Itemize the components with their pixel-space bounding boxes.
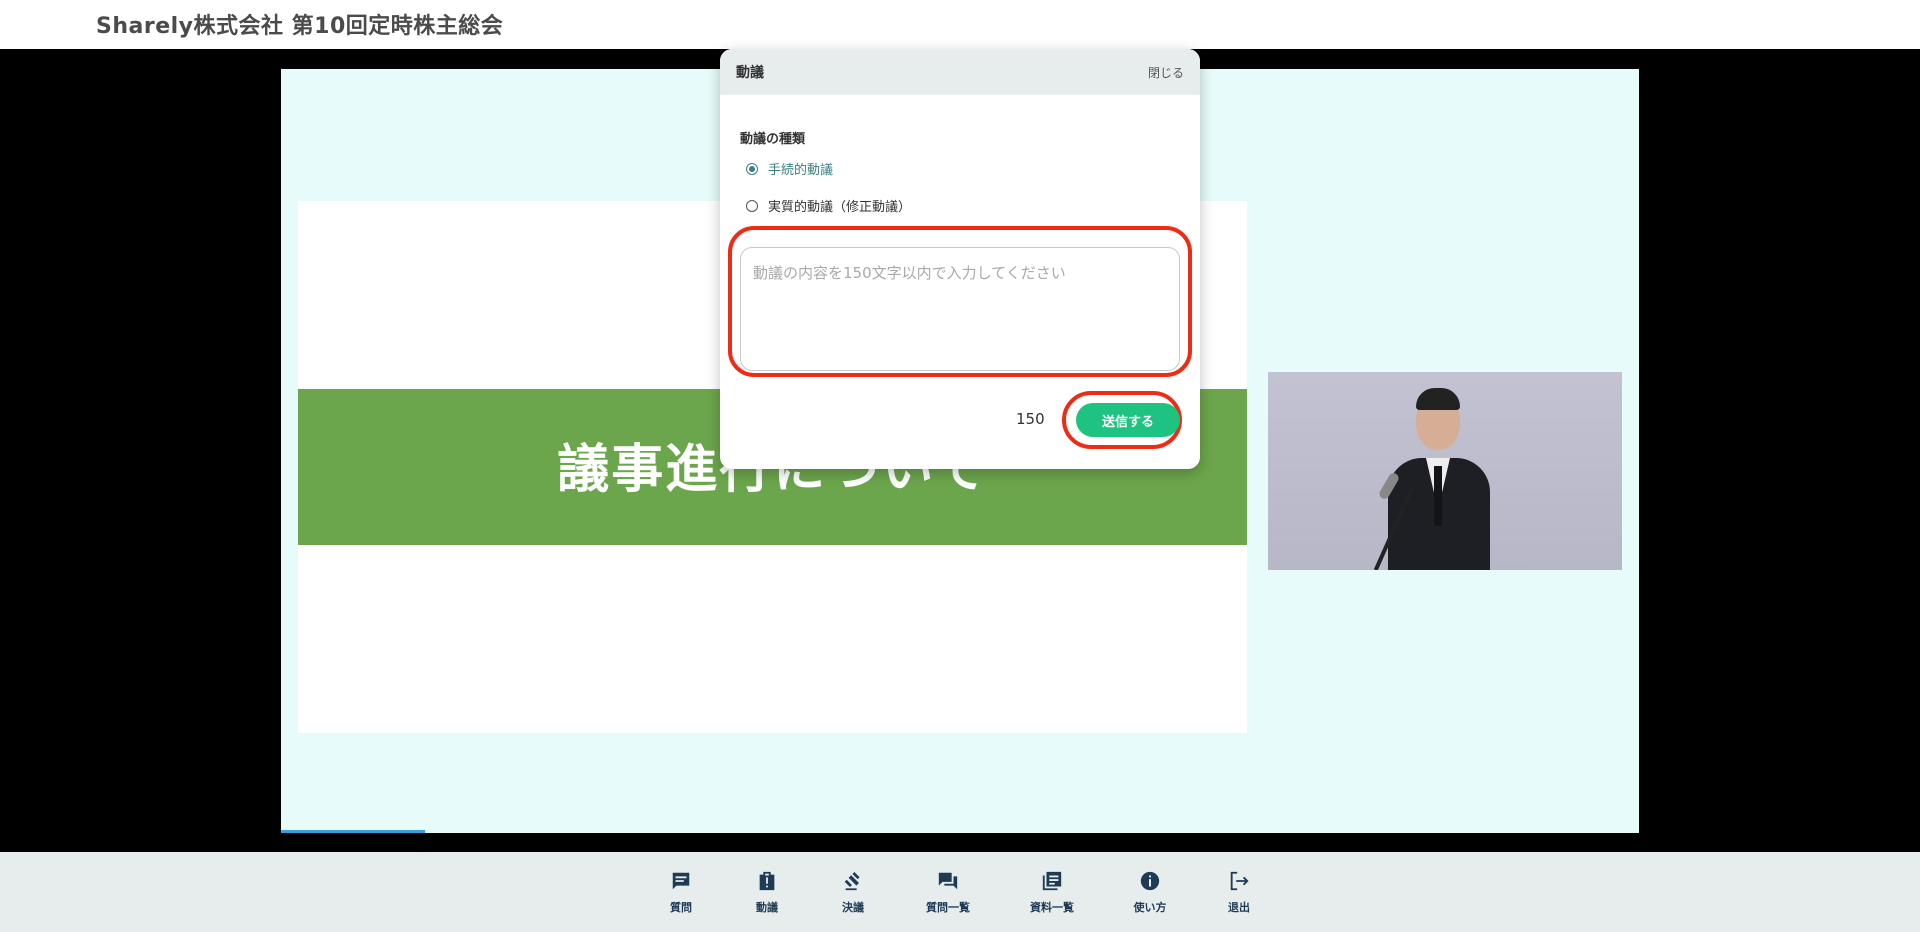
toolbar-label: 動議 — [756, 901, 778, 914]
gavel-icon — [844, 872, 860, 891]
header: Sharely株式会社 第10回定時株主総会 — [0, 0, 1920, 49]
toolbar-question-list[interactable]: 質問一覧 — [908, 870, 988, 915]
radio-substantive-motion[interactable]: 実質的動議（修正動議） — [746, 196, 911, 215]
toolbar-label: 質問一覧 — [926, 901, 970, 914]
motion-modal: 動議 閉じる 動議の種類 手続的動議 実質的動議（修正動議） 150 送信する — [720, 49, 1200, 469]
toolbar-question[interactable]: 質問 — [641, 870, 721, 915]
toolbar-label: 決議 — [842, 901, 864, 914]
toolbar-label: 質問 — [670, 901, 692, 914]
bottom-toolbar: 質問 動議 決議 質問一覧 資料一覧 使い方 退出 — [0, 852, 1920, 932]
close-button[interactable]: 閉じる — [1148, 64, 1184, 81]
speaker-video — [1268, 372, 1622, 570]
radio-unchecked-icon[interactable] — [746, 199, 758, 212]
char-counter: 150 — [1016, 410, 1045, 428]
logout-icon — [1230, 871, 1249, 891]
video-progress-bar[interactable] — [281, 830, 425, 833]
motion-type-label: 動議の種類 — [740, 132, 806, 147]
speaker-tie — [1434, 466, 1442, 526]
motion-content-input[interactable] — [740, 247, 1180, 371]
submit-button[interactable]: 送信する — [1076, 403, 1180, 437]
toolbar-motion[interactable]: 動議 — [727, 870, 807, 915]
radio-procedural-motion[interactable]: 手続的動議 — [746, 159, 833, 178]
radio-checked-icon[interactable] — [746, 162, 758, 175]
modal-title: 動議 — [736, 65, 764, 81]
toolbar-resolution[interactable]: 決議 — [813, 870, 893, 915]
toolbar-label: 退出 — [1228, 901, 1250, 914]
toolbar-label: 資料一覧 — [1030, 901, 1074, 914]
radio-label: 実質的動議（修正動議） — [768, 200, 912, 215]
info-icon — [1140, 871, 1160, 891]
toolbar-document-list[interactable]: 資料一覧 — [1012, 870, 1092, 915]
toolbar-exit[interactable]: 退出 — [1199, 870, 1279, 915]
radio-label: 手続的動議 — [768, 163, 834, 178]
chat-icon — [672, 872, 690, 890]
modal-header: 動議 閉じる — [720, 49, 1200, 95]
motion-icon — [759, 871, 775, 891]
page-title: Sharely株式会社 第10回定時株主総会 — [96, 14, 504, 39]
speaker-hair — [1416, 388, 1460, 410]
toolbar-label: 使い方 — [1133, 901, 1167, 914]
toolbar-how-to-use[interactable]: 使い方 — [1110, 870, 1190, 915]
forum-icon — [938, 872, 958, 890]
library-icon — [1042, 871, 1062, 891]
